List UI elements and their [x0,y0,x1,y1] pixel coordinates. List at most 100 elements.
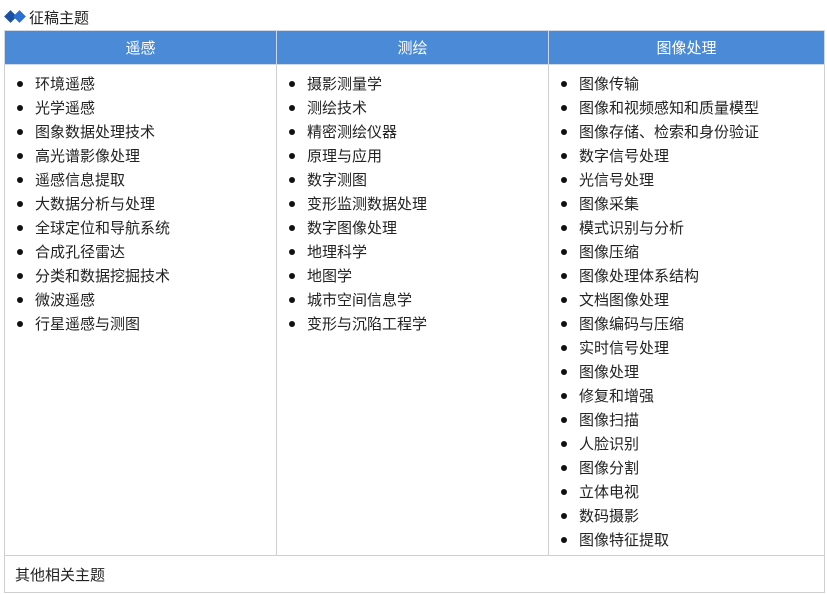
list-item-label: 光学遥感 [35,99,96,117]
list-item-label: 环境遥感 [35,75,96,93]
bullet-icon [561,441,567,447]
list-item-label: 图像采集 [579,195,640,213]
bullet-icon [561,249,567,255]
bullet-icon [17,201,23,207]
list-item: 图像传输 [561,72,824,96]
list-item-label: 图像扫描 [579,411,640,429]
topics-row: 环境遥感光学遥感图象数据处理技术 高光谱影像处理 遥感信息提取大数据分析与处理 全球定… [4,64,825,556]
bullet-icon [561,177,567,183]
bullet-icon [289,249,295,255]
bullet-icon [289,321,295,327]
list-item: 摄影测量学 [289,72,548,96]
list-item-label: 遥感信息提取 [35,171,126,189]
list-item: 数字信号处理 [561,144,824,168]
list-item-label: 图像存储、检索和身份验证 [579,123,760,141]
image-processing-list: 图像传输图像和视频感知和质量模型 图像存储、检索和身份验证 数字信号处理 光信号处理图… [549,72,824,552]
topics-table: 遥感 测绘 图像处理 环境遥感光学遥感图象数据处理技术 高光谱影像处理 遥感信息提取… [4,30,825,593]
remote-sensing-cell: 环境遥感光学遥感图象数据处理技术 高光谱影像处理 遥感信息提取大数据分析与处理 全球定… [4,64,277,556]
list-item-label: 图像特征提取 [579,531,670,549]
list-item: 数字图像处理 [289,216,548,240]
list-item: 变形与沉陷工程学 [289,312,548,336]
list-item-label: 图象数据处理技术 [35,123,156,141]
bullet-icon [17,105,23,111]
bullet-icon [289,225,295,231]
list-item: 图象数据处理技术 [17,120,276,144]
bullet-icon [561,105,567,111]
bullet-icon [561,81,567,87]
list-item: 数码摄影 [561,504,824,528]
bullet-icon [561,537,567,543]
column-header-remote-sensing: 遥感 [4,30,277,65]
list-item-label: 变形与沉陷工程学 [307,315,428,333]
bullet-icon [561,129,567,135]
list-item: 图像分割 [561,456,824,480]
bullet-icon [17,177,23,183]
list-item: 人脸识别 [561,432,824,456]
bullet-icon [289,201,295,207]
list-item: 光信号处理 [561,168,824,192]
list-item: 数字测图 [289,168,548,192]
bullet-icon [17,273,23,279]
bullet-icon [561,393,567,399]
other-topics-cell: 其他相关主题 [4,555,825,593]
bullet-icon [561,273,567,279]
bullet-icon [289,297,295,303]
list-item: 原理与应用 [289,144,548,168]
list-item-label: 立体电视 [579,483,640,501]
bullet-icon [17,249,23,255]
list-item: 合成孔径雷达 [17,240,276,264]
list-item: 全球定位和导航系统 [17,216,276,240]
list-item-label: 数码摄影 [579,507,640,525]
list-item-label: 分类和数据挖掘技术 [35,267,171,285]
list-item: 模式识别与分析 [561,216,824,240]
section-title: 征稿主题 [4,6,89,28]
list-item: 文档图像处理 [561,288,824,312]
list-item-label: 图像和视频感知和质量模型 [579,99,760,117]
bullet-icon [561,489,567,495]
list-item: 环境遥感 [17,72,276,96]
bullet-icon [17,81,23,87]
list-item: 图像压缩 [561,240,824,264]
list-item: 图像处理体系结构 [561,264,824,288]
bullet-icon [289,81,295,87]
list-item-label: 实时信号处理 [579,339,670,357]
list-item: 实时信号处理 [561,336,824,360]
list-item-label: 图像传输 [579,75,640,93]
bullet-icon [561,417,567,423]
list-item-label: 摄影测量学 [307,75,383,93]
list-item-label: 修复和增强 [579,387,655,405]
bullet-icon [17,321,23,327]
list-item: 地图学 [289,264,548,288]
list-item-label: 高光谱影像处理 [35,147,141,165]
surveying-cell: 摄影测量学 测绘技术 精密测绘仪器 原理与应用 数字测图 变形监测数据处理 数字图像处理 地理… [276,64,549,556]
list-item: 遥感信息提取 [17,168,276,192]
list-item-label: 光信号处理 [579,171,655,189]
bullet-icon [561,321,567,327]
list-item: 图像和视频感知和质量模型 [561,96,824,120]
footer-row: 其他相关主题 [4,555,825,593]
list-item-label: 微波遥感 [35,291,96,309]
list-item-label: 模式识别与分析 [579,219,685,237]
double-diamond-icon [4,8,28,26]
list-item-label: 测绘技术 [307,99,368,117]
bullet-icon [17,297,23,303]
list-item-label: 数字信号处理 [579,147,670,165]
list-item-label: 原理与应用 [307,147,383,165]
bullet-icon [561,465,567,471]
list-item: 图像存储、检索和身份验证 [561,120,824,144]
list-item: 变形监测数据处理 [289,192,548,216]
list-item-label: 行星遥感与测图 [35,315,141,333]
list-item: 大数据分析与处理 [17,192,276,216]
list-item-label: 人脸识别 [579,435,640,453]
bullet-icon [561,345,567,351]
bullet-icon [289,177,295,183]
list-item-label: 数字图像处理 [307,219,398,237]
bullet-icon [561,513,567,519]
bullet-icon [561,201,567,207]
list-item: 城市空间信息学 [289,288,548,312]
column-header-image-processing: 图像处理 [548,30,825,65]
table-header-row: 遥感 测绘 图像处理 [4,30,825,65]
bullet-icon [17,129,23,135]
list-item-label: 精密测绘仪器 [307,123,398,141]
list-item: 测绘技术 [289,96,548,120]
